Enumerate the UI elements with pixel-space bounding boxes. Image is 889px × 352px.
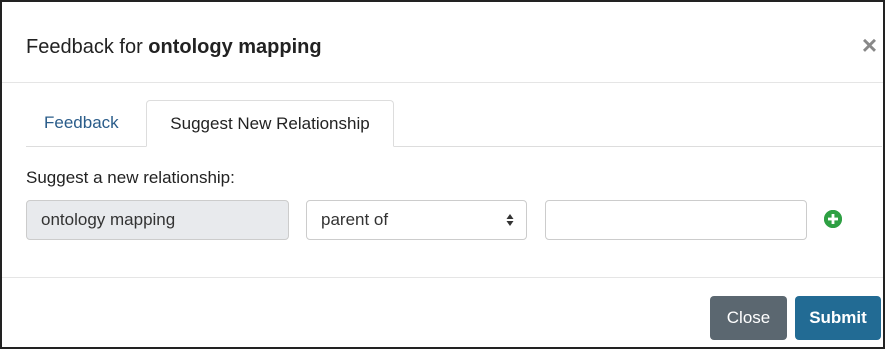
close-icon[interactable]: × — [862, 32, 877, 58]
modal-header: Feedback for ontology mapping × — [2, 2, 883, 83]
modal-footer: Close Submit — [2, 277, 883, 352]
relationship-select-value: parent of — [321, 210, 389, 229]
tab-bar: Feedback Suggest New Relationship — [26, 100, 882, 147]
feedback-modal: Feedback for ontology mapping × Feedback… — [0, 0, 885, 349]
source-term-field: ontology mapping — [26, 200, 289, 240]
tab-suggest-new-relationship[interactable]: Suggest New Relationship — [146, 100, 394, 147]
select-arrows-icon — [506, 201, 514, 254]
tab-feedback[interactable]: Feedback — [26, 100, 137, 146]
close-button[interactable]: Close — [710, 296, 787, 340]
submit-button[interactable]: Submit — [795, 296, 881, 340]
add-relationship-icon[interactable] — [824, 210, 842, 228]
modal-title-prefix: Feedback for — [26, 36, 149, 58]
modal-title: Feedback for ontology mapping — [26, 35, 322, 59]
suggest-relationship-label: Suggest a new relationship: — [26, 168, 235, 187]
relationship-select[interactable]: parent of — [306, 200, 527, 240]
modal-title-subject: ontology mapping — [148, 36, 322, 58]
target-term-input[interactable] — [545, 200, 807, 240]
